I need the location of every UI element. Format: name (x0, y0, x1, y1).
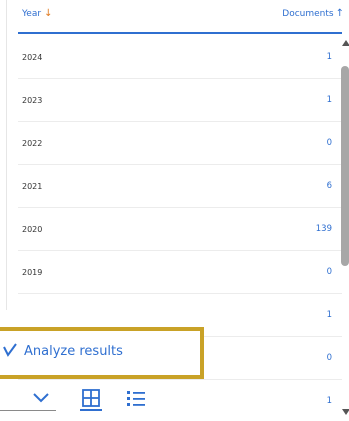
table-row: 2019 0 (18, 251, 342, 294)
scrollbar-thumb[interactable] (341, 66, 349, 266)
dropdown-underline (0, 410, 56, 411)
table-row: 2020 139 (18, 208, 342, 251)
scroll-up-arrow-icon[interactable] (342, 40, 349, 46)
table-row: 2023 1 (18, 79, 342, 122)
scroll-down-arrow-icon[interactable] (342, 409, 349, 415)
year-cell: 2019 (22, 268, 43, 277)
documents-header-label: Documents (282, 9, 334, 19)
documents-count-link[interactable]: 139 (316, 224, 332, 234)
year-cell: 2024 (22, 53, 43, 62)
chevron-down-icon[interactable] (32, 392, 50, 404)
year-header-label: Year (22, 9, 42, 19)
analyze-results-label: Analyze results (24, 344, 123, 359)
table-row: 2022 0 (18, 122, 342, 165)
documents-count-link[interactable]: 1 (327, 310, 332, 320)
analyze-results-button[interactable]: Analyze results (0, 327, 204, 379)
year-cell: 2023 (22, 96, 43, 105)
table-row: 2021 6 (18, 165, 342, 208)
table-row: 2024 1 (18, 36, 342, 79)
documents-count-link[interactable]: 0 (327, 138, 332, 148)
year-cell: 2020 (22, 225, 43, 234)
year-cell: 2021 (22, 182, 43, 191)
documents-count-link[interactable]: 1 (327, 52, 332, 62)
left-divider (6, 0, 7, 310)
check-icon (3, 343, 17, 357)
documents-count-link[interactable]: 0 (327, 353, 332, 363)
table-row: 1 (18, 380, 342, 421)
documents-count-link[interactable]: 1 (327, 396, 332, 406)
list-view-icon[interactable] (126, 389, 146, 407)
documents-column-header[interactable]: Documents ↑ (282, 8, 344, 19)
arrow-down-icon: ↓ (44, 8, 53, 19)
table-header: Year ↓ Documents ↑ (18, 0, 344, 34)
year-column-header[interactable]: Year ↓ (22, 8, 52, 19)
year-cell: 2022 (22, 139, 43, 148)
documents-count-link[interactable]: 6 (327, 181, 332, 191)
documents-count-link[interactable]: 1 (327, 95, 332, 105)
arrow-up-icon: ↑ (335, 8, 344, 19)
grid-view-icon[interactable] (82, 389, 100, 407)
documents-count-link[interactable]: 0 (327, 267, 332, 277)
grid-view-active-indicator (80, 409, 102, 411)
